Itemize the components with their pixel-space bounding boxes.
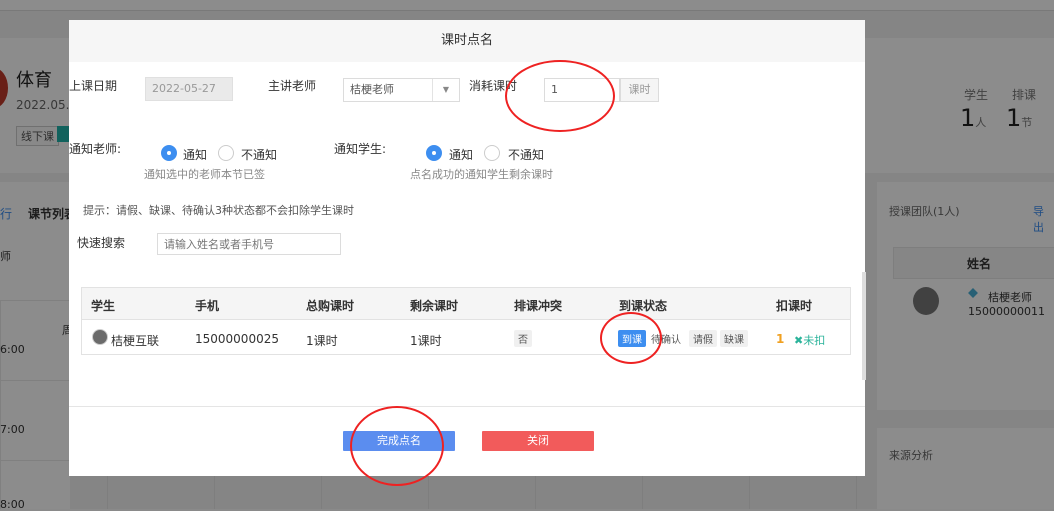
date-input[interactable]: 2022-05-27	[145, 77, 233, 101]
col-remaining: 剩余课时	[410, 299, 459, 313]
student-phone: 15000000025	[195, 332, 279, 346]
attendance-modal: 课时点名 上课日期 2022-05-27 主讲老师 桔梗老师 ▼ 消耗课时 1 …	[69, 20, 865, 476]
student-name: 桔梗互联	[111, 334, 160, 348]
notify-teacher-off-label[interactable]: 不通知	[241, 146, 277, 163]
notify-student-off-label[interactable]: 不通知	[508, 146, 544, 163]
student-avatar	[92, 329, 108, 345]
notify-teacher-on-label[interactable]: 通知	[183, 146, 207, 163]
close-button[interactable]: 关闭	[482, 431, 594, 451]
col-deduct: 扣课时	[776, 299, 813, 313]
date-label: 上课日期	[69, 79, 118, 93]
conflict-badge: 否	[514, 330, 532, 347]
teacher-select[interactable]: 桔梗老师 ▼	[343, 78, 460, 102]
status-absent-button[interactable]: 缺课	[720, 330, 748, 347]
status-pending-button[interactable]: 待确认	[650, 330, 682, 347]
notify-teacher-label: 通知老师:	[69, 142, 122, 156]
teacher-label: 主讲老师	[268, 79, 317, 93]
search-label: 快速搜索	[77, 236, 126, 250]
notify-teacher-hint: 通知选中的老师本节已签	[144, 168, 265, 181]
close-icon: ✖	[794, 334, 804, 347]
notify-student-off-radio[interactable]	[484, 145, 500, 161]
teacher-select-value: 桔梗老师	[350, 83, 394, 96]
chevron-down-icon[interactable]: ▼	[432, 79, 459, 101]
footer-divider	[69, 406, 865, 407]
deduct-status[interactable]: ✖未扣	[794, 332, 825, 348]
consume-unit: 课时	[620, 78, 659, 102]
col-status: 到课状态	[619, 299, 668, 313]
col-total: 总购课时	[306, 299, 355, 313]
tip-text: 提示：请假、缺课、待确认3种状态都不会扣除学生课时	[83, 204, 354, 217]
consume-input[interactable]: 1	[544, 78, 620, 102]
notify-student-label: 通知学生:	[334, 142, 387, 156]
col-phone: 手机	[195, 299, 220, 313]
consume-label: 消耗课时	[469, 79, 518, 93]
notify-student-on-label[interactable]: 通知	[449, 146, 473, 163]
col-student: 学生	[91, 299, 116, 313]
deduct-value: 1	[776, 332, 785, 346]
search-input[interactable]	[157, 233, 341, 255]
notify-teacher-on-radio[interactable]	[161, 145, 177, 161]
status-attended-button[interactable]: 到课	[618, 330, 646, 347]
notify-teacher-off-radio[interactable]	[218, 145, 234, 161]
notify-student-hint: 点名成功的通知学生剩余课时	[410, 168, 553, 181]
modal-title: 课时点名	[69, 20, 865, 62]
col-conflict: 排课冲突	[514, 299, 563, 313]
status-leave-button[interactable]: 请假	[689, 330, 717, 347]
student-remaining: 1课时	[410, 334, 442, 348]
student-table: 学生 手机 总购课时 剩余课时 排课冲突 到课状态 扣课时 桔梗互联 15000…	[81, 287, 851, 355]
notify-student-on-radio[interactable]	[426, 145, 442, 161]
finish-button[interactable]: 完成点名	[343, 431, 455, 451]
student-total: 1课时	[306, 334, 338, 348]
modal-scrollbar[interactable]	[862, 272, 866, 380]
